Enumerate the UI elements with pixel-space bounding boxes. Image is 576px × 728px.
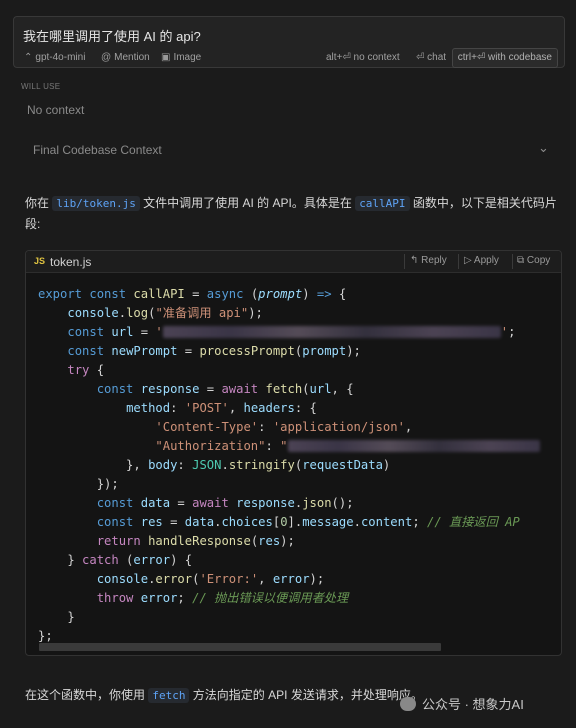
- code-line: 'Content-Type': 'application/json',: [155, 420, 413, 434]
- image-label: Image: [173, 52, 202, 63]
- code-line: });: [38, 477, 119, 491]
- code-line: };: [38, 629, 53, 643]
- code-line: }: [38, 610, 75, 624]
- apply-button[interactable]: ▷ Apply: [464, 255, 499, 266]
- will-use-label: WILL USE: [21, 82, 61, 91]
- code-line: console.error('Error:', error);: [96, 572, 325, 586]
- copy-button[interactable]: ⧉ Copy: [517, 255, 550, 266]
- no-context-item: No context: [27, 103, 85, 117]
- mention-label: Mention: [114, 52, 150, 63]
- chat-shortcut[interactable]: ⏎ chat: [416, 51, 446, 65]
- play-icon: ▷: [464, 255, 474, 266]
- reply-icon: ↰: [410, 255, 422, 266]
- code-filename[interactable]: token.js: [50, 255, 91, 269]
- prompt-box[interactable]: 我在哪里调用了使用 AI 的 api? ⌃ gpt-4o-mini @ Mentio…: [13, 16, 565, 68]
- javascript-file-icon: JS: [34, 256, 46, 266]
- answer-intro: 你在 lib/token.js 文件中调用了使用 AI 的 API。具体是在 c…: [25, 193, 560, 234]
- apply-label: Apply: [473, 255, 499, 266]
- watermark-text: 公众号 · 想象力AI: [422, 697, 524, 712]
- answer-text: 你在: [25, 196, 53, 210]
- divider: [512, 254, 513, 269]
- code-line: throw error; // 抛出错误以便调用者处理: [96, 591, 349, 605]
- model-label: gpt-4o-mini: [35, 52, 86, 63]
- model-selector[interactable]: ⌃ gpt-4o-mini: [24, 51, 85, 65]
- code-block-header: JS token.js ↰ Reply ▷ Apply ⧉ Copy: [26, 251, 561, 273]
- code-line: const url = ' ';: [67, 325, 516, 339]
- image-button[interactable]: ▣ Image: [161, 51, 201, 65]
- redacted-token: [287, 440, 540, 452]
- at-icon: @: [101, 52, 112, 63]
- code-line: method: 'POST', headers: {: [126, 401, 317, 415]
- divider: [404, 254, 405, 269]
- copy-icon: ⧉: [517, 255, 527, 266]
- code-line: const response = await fetch(url, {: [96, 382, 354, 396]
- prompt-text[interactable]: 我在哪里调用了使用 AI 的 api?: [23, 26, 201, 45]
- inline-code-function[interactable]: fetch: [148, 688, 190, 703]
- chevron-down-icon[interactable]: ⌄: [538, 140, 549, 156]
- reply-label: Reply: [421, 255, 447, 266]
- horizontal-scrollbar[interactable]: [39, 643, 441, 651]
- redacted-url: [162, 326, 501, 338]
- watermark: 公众号 · 想象力AI: [400, 694, 524, 713]
- code-line: const res = data.choices[0].message.cont…: [96, 515, 520, 529]
- code-line: export const callAPI = async (prompt) =>…: [38, 287, 347, 301]
- with-codebase-button[interactable]: ctrl+⏎ with codebase: [451, 48, 558, 68]
- divider: [458, 254, 459, 269]
- code-line: try {: [67, 363, 105, 377]
- reply-button[interactable]: ↰ Reply: [410, 255, 447, 266]
- code-line: "Authorization": ": [38, 439, 540, 453]
- code-line: const data = await response.json();: [96, 496, 354, 510]
- answer-text: 方法向指定的 API 发送请求，并处理响应。: [189, 688, 423, 702]
- chevron-down-icon: ⌃: [24, 52, 33, 63]
- image-icon: ▣: [161, 52, 171, 63]
- answer-outro: 在这个函数中，你使用 fetch 方法向指定的 API 发送请求，并处理响应。: [25, 686, 423, 703]
- code-line: } catch (error) {: [38, 553, 193, 567]
- answer-text: 文件中调用了使用 AI 的 API。具体是在: [139, 196, 356, 210]
- copy-label: Copy: [526, 255, 551, 266]
- mention-button[interactable]: @ Mention: [101, 51, 150, 65]
- code-line: const newPrompt = processPrompt(prompt);: [67, 344, 361, 358]
- answer-text: 在这个函数中，你使用: [25, 688, 149, 702]
- code-block: JS token.js ↰ Reply ▷ Apply ⧉ Copy expor…: [25, 250, 562, 656]
- code-line: console.log("准备调用 api");: [67, 306, 263, 320]
- inline-code-file[interactable]: lib/token.js: [52, 196, 140, 211]
- prompt-toolbar: ⌃ gpt-4o-mini @ Mention ▣ Image alt+⏎ no co…: [20, 48, 558, 68]
- no-context-shortcut[interactable]: alt+⏎ no context: [326, 51, 400, 65]
- code-line: return handleResponse(res);: [96, 534, 295, 548]
- final-codebase-context-toggle[interactable]: Final Codebase Context: [33, 143, 162, 157]
- wechat-logo-icon: [400, 697, 416, 711]
- code-line: }, body: JSON.stringify(requestData): [38, 458, 391, 472]
- code-content[interactable]: export const callAPI = async (prompt) =>…: [38, 285, 540, 646]
- inline-code-function[interactable]: callAPI: [355, 196, 410, 211]
